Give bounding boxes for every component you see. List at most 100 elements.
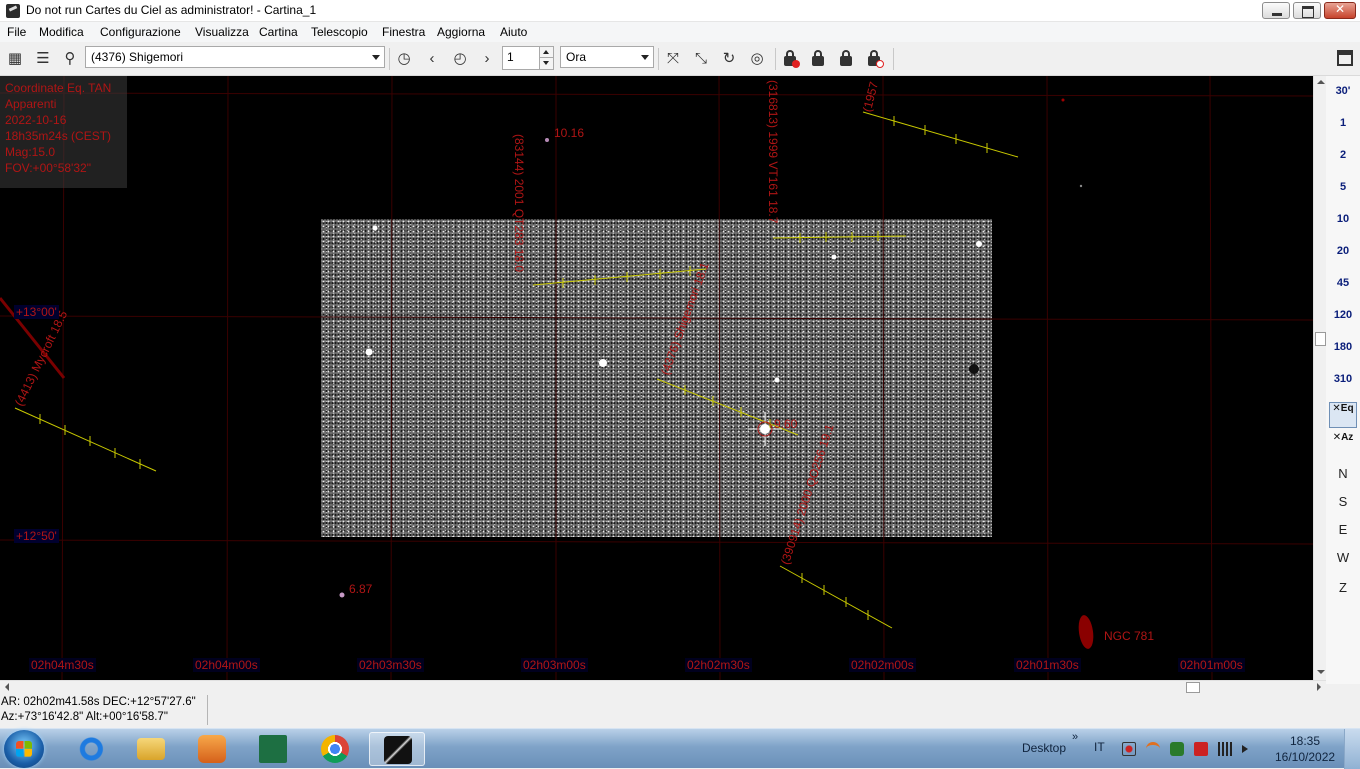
minimize-button[interactable] [1262,2,1290,19]
star-marker [339,592,345,598]
scroll-left-icon[interactable] [5,683,9,691]
start-button[interactable] [4,730,44,768]
time-back-icon[interactable]: ‹ [423,50,441,68]
lock-add-icon[interactable] [839,50,855,68]
view-north-button[interactable]: N [1326,466,1360,481]
menu-finestra[interactable]: Finestra [382,25,425,39]
taskbar-chrome[interactable] [307,732,363,766]
desktop-toolbar-label[interactable]: Desktop [1022,741,1066,755]
clock-date[interactable]: 16/10/2022 [1275,750,1335,764]
scroll-up-icon[interactable] [1317,80,1325,84]
show-desktop-button[interactable] [1344,729,1360,769]
time-now-icon[interactable]: ◴ [451,50,469,68]
spin-down-icon[interactable] [539,58,553,69]
fov-10[interactable]: 10 [1326,213,1360,225]
rotate-icon[interactable]: ↻ [720,50,738,68]
close-button[interactable] [1324,2,1356,19]
menu-file[interactable]: File [7,25,26,39]
taskbar-excel[interactable] [245,732,301,766]
zoom-in-icon[interactable]: ⤧ [664,50,682,68]
asteroid-label-1999vt161[interactable]: (316813) 1999 VT161 18.7 [766,80,780,223]
scroll-thumb[interactable] [1186,682,1200,693]
toolbar-separator [658,48,659,70]
asteroid-track-1999vt161 [772,235,907,239]
language-indicator[interactable]: IT [1094,740,1105,754]
menu-aiuto[interactable]: Aiuto [500,25,527,39]
view-south-button[interactable]: S [1326,494,1360,509]
security-icon[interactable] [1170,742,1184,756]
fov-120[interactable]: 120 [1326,309,1360,321]
clock-icon[interactable]: ◷ [395,50,413,68]
horizontal-scrollbar[interactable] [0,680,1326,693]
ra-label: 02h01m00s [1178,658,1245,672]
scroll-right-icon[interactable] [1317,683,1321,691]
view-west-button[interactable]: W [1326,550,1360,565]
view-east-button[interactable]: E [1326,522,1360,537]
scroll-down-icon[interactable] [1317,670,1325,674]
signal-icon[interactable] [1218,742,1232,756]
ra-label: 02h02m00s [849,658,916,672]
chevron-down-icon [641,55,649,60]
volume-icon[interactable] [1242,745,1248,753]
flag-icon[interactable] [1194,742,1208,756]
dec-label: +12°50' [14,529,59,543]
menu-configurazione[interactable]: Configurazione [100,25,181,39]
fov-180[interactable]: 180 [1326,341,1360,353]
menu-telescopio[interactable]: Telescopio [311,25,368,39]
chevron-right-icon[interactable]: » [1072,731,1078,743]
list-icon[interactable]: ☰ [34,50,52,68]
excel-icon [259,735,287,763]
maximize-button[interactable] [1293,2,1321,19]
menu-modifica[interactable]: Modifica [39,25,84,39]
fov-5[interactable]: 5 [1326,181,1360,193]
view-zenith-button[interactable]: Z [1326,580,1360,595]
target-icon[interactable]: ◎ [748,50,766,68]
galaxy-label[interactable]: NGC 781 [1104,629,1154,643]
fov-side-panel: 30' 1 2 5 10 20 45 120 180 310 ✕Eq ✕Az N… [1326,76,1360,684]
taskbar-media-player[interactable] [184,732,240,766]
projection-az-button[interactable]: ✕Az [1329,432,1357,458]
sky-chart[interactable]: Coordinate Eq. TAN Apparenti 2022-10-16 … [0,76,1313,680]
bright-star [831,254,837,260]
grid-line-ra [718,76,721,680]
bright-star [774,377,780,383]
wifi-icon[interactable] [1146,742,1160,756]
time-forward-icon[interactable]: › [478,50,496,68]
chart-info-panel: Coordinate Eq. TAN Apparenti 2022-10-16 … [0,76,127,188]
panel-toggle-icon[interactable] [1337,50,1353,66]
taskbar-cartes-du-ciel[interactable] [369,732,425,766]
time-unit-select[interactable]: Ora [560,46,654,68]
lock-remove-icon[interactable] [867,50,884,68]
menu-cartina[interactable]: Cartina [259,25,298,39]
object-search-combo[interactable]: (4376) Shigemori [85,46,385,68]
network-error-icon[interactable] [1122,742,1136,756]
fov-45[interactable]: 45 [1326,277,1360,289]
time-unit-value: Ora [566,50,587,64]
asteroid-label-2001qt283[interactable]: (83144) 2001 QT283 18.0 [512,134,526,272]
lock-icon[interactable] [811,50,827,68]
menu-aggiorna[interactable]: Aggiorna [437,25,485,39]
asteroid-track-2001qt283 [532,268,707,286]
spin-up-icon[interactable] [539,47,553,58]
toolbar-separator [775,48,776,70]
time-step-spinner[interactable]: 1 [502,46,554,70]
projection-eq-button[interactable]: ✕Eq [1329,402,1357,428]
internet-explorer-icon [76,735,104,763]
status-bar: AR: 02h02m41.58s DEC:+12°57'27.6" Az:+73… [0,693,1360,728]
zoom-out-icon[interactable]: ⤡ [692,50,710,68]
scroll-thumb[interactable] [1315,332,1326,346]
lock-red-icon[interactable] [783,50,800,68]
taskbar-explorer[interactable] [123,732,179,766]
search-icon[interactable]: ⚲ [61,50,79,68]
fov-2[interactable]: 2 [1326,149,1360,161]
vertical-scrollbar[interactable] [1313,76,1326,680]
fov-1[interactable]: 1 [1326,117,1360,129]
clock-time[interactable]: 18:35 [1290,734,1320,748]
fov-30min[interactable]: 30' [1326,85,1360,97]
taskbar-ie[interactable] [62,732,118,766]
fov-310[interactable]: 310 [1326,373,1360,385]
fov-20[interactable]: 20 [1326,245,1360,257]
chart-overlay [0,76,1313,680]
menu-visualizza[interactable]: Visualizza [195,25,249,39]
calendar-icon[interactable]: ▦ [6,50,24,68]
